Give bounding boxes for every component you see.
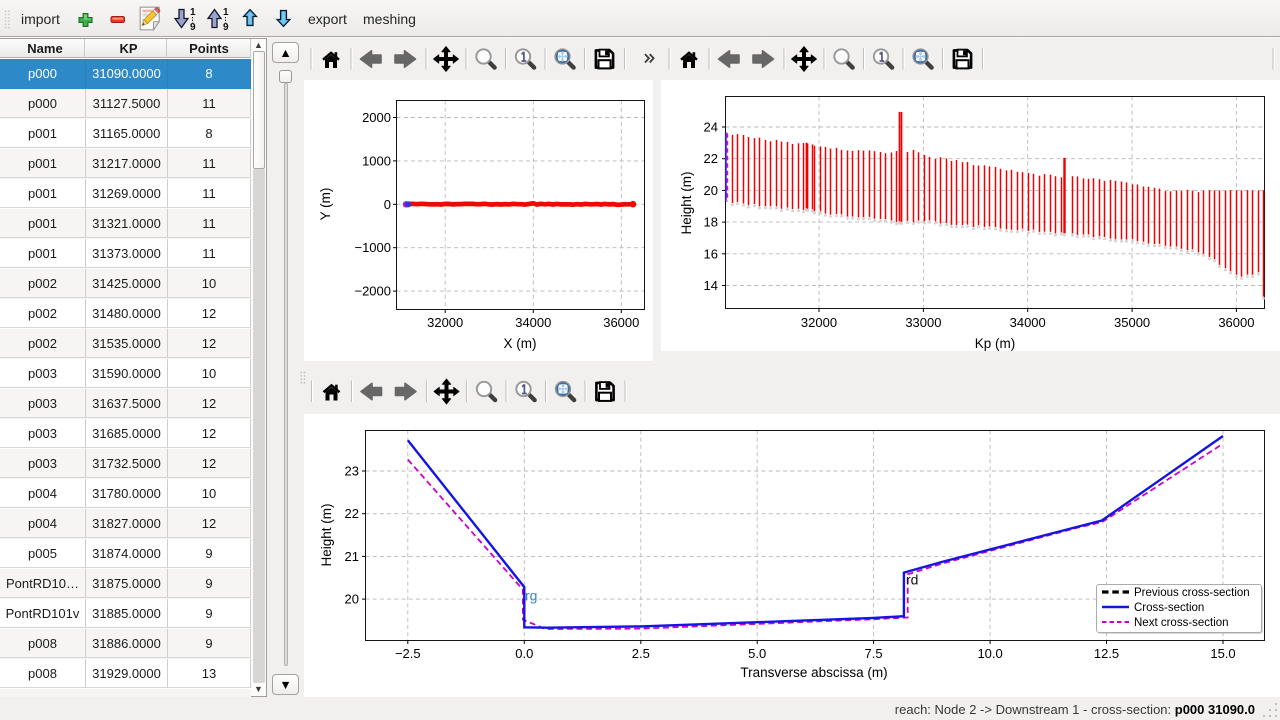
svg-text:Kp (m): Kp (m) bbox=[975, 336, 1016, 351]
svg-text:36000: 36000 bbox=[1218, 315, 1254, 330]
svg-text:2.5: 2.5 bbox=[632, 646, 650, 661]
svg-text:22: 22 bbox=[345, 506, 359, 521]
svg-text:14: 14 bbox=[704, 278, 718, 293]
svg-text:32000: 32000 bbox=[427, 315, 463, 330]
svg-text:X (m): X (m) bbox=[504, 336, 537, 351]
svg-text:36000: 36000 bbox=[603, 315, 639, 330]
svg-text:32000: 32000 bbox=[801, 315, 837, 330]
svg-text:Y (m): Y (m) bbox=[318, 188, 333, 221]
svg-text:21: 21 bbox=[345, 549, 359, 564]
svg-text:20: 20 bbox=[345, 592, 359, 607]
svg-text:16: 16 bbox=[704, 246, 718, 261]
svg-text:20: 20 bbox=[704, 183, 718, 198]
svg-text:12.5: 12.5 bbox=[1094, 646, 1119, 661]
svg-text:35000: 35000 bbox=[1114, 315, 1150, 330]
svg-text:34000: 34000 bbox=[515, 315, 551, 330]
svg-text:Cross-section: Cross-section bbox=[1134, 602, 1204, 614]
svg-text:1000: 1000 bbox=[362, 153, 391, 168]
svg-text:23: 23 bbox=[345, 464, 359, 479]
svg-text:−2.5: −2.5 bbox=[395, 646, 421, 661]
svg-text:Height (m): Height (m) bbox=[319, 503, 334, 566]
svg-text:34000: 34000 bbox=[1010, 315, 1046, 330]
svg-text:−2000: −2000 bbox=[354, 284, 391, 299]
svg-text:18: 18 bbox=[704, 215, 718, 230]
svg-text:0.0: 0.0 bbox=[515, 646, 533, 661]
svg-text:10.0: 10.0 bbox=[977, 646, 1002, 661]
svg-text:2000: 2000 bbox=[362, 110, 391, 125]
svg-text:Next cross-section: Next cross-section bbox=[1134, 617, 1229, 629]
svg-text:Transverse abscissa (m): Transverse abscissa (m) bbox=[740, 665, 887, 680]
svg-text:24: 24 bbox=[704, 120, 718, 135]
svg-text:Previous cross-section: Previous cross-section bbox=[1134, 587, 1250, 599]
svg-text:rg: rg bbox=[525, 588, 537, 604]
svg-text:33000: 33000 bbox=[905, 315, 941, 330]
svg-text:0: 0 bbox=[384, 197, 391, 212]
svg-text:Height (m): Height (m) bbox=[679, 171, 694, 234]
svg-text:−1000: −1000 bbox=[354, 240, 391, 255]
svg-text:22: 22 bbox=[704, 151, 718, 166]
svg-text:5.0: 5.0 bbox=[748, 646, 766, 661]
svg-text:7.5: 7.5 bbox=[865, 646, 883, 661]
svg-text:rd: rd bbox=[906, 572, 918, 588]
svg-text:15.0: 15.0 bbox=[1210, 646, 1235, 661]
